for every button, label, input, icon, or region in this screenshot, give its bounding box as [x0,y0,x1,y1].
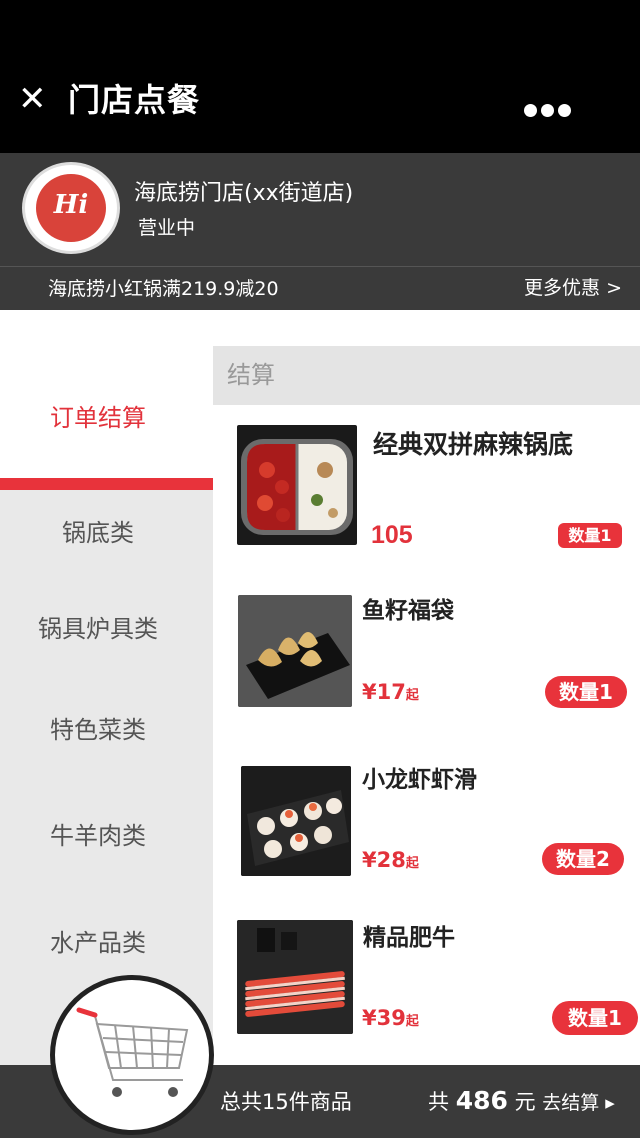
total-prefix: 共 [428,1090,449,1114]
promo-bar: 海底捞小红锅满219.9减20 更多优惠 > [0,266,640,310]
item-price: ¥28起 [362,848,419,872]
store-header: Hi 海底捞门店(xx街道店) 营业中 [0,153,640,266]
hotpot-image [237,425,357,545]
logo-text: Hi [53,190,89,220]
sidebar-item-soup-base[interactable]: 锅底类 [0,517,196,549]
sidebar-item-seafood[interactable]: 水产品类 [0,927,196,959]
quantity-badge[interactable]: 数量1 [552,1001,638,1035]
list-item[interactable]: 鱼籽福袋 ¥17起 数量1 [213,590,640,720]
total-amount[interactable]: 共 486 元 去结算 ▸ [428,1085,615,1119]
section-header: 结算 [213,346,640,405]
item-name: 小龙虾虾滑 [362,767,477,793]
item-name: 精品肥牛 [363,925,455,951]
promo-text: 海底捞小红锅满219.9减20 [48,278,279,300]
close-icon[interactable]: ✕ [18,82,47,116]
category-sidebar: 订单结算 锅底类 锅具炉具类 特色菜类 牛羊肉类 水产品类 [0,310,213,1065]
total-count: 总共15件商品 [220,1090,352,1114]
item-price: ¥39起 [362,1006,419,1030]
top-bar: ✕ 门店点餐 [0,0,640,153]
store-logo: Hi [22,162,120,254]
shopping-cart-icon [76,1007,189,1097]
page-title: 门店点餐 [68,81,201,119]
sidebar-item-label: 订单结算 [50,404,146,432]
sidebar-item-meat[interactable]: 牛羊肉类 [0,820,196,852]
quantity-badge[interactable]: 数量1 [558,523,622,548]
list-item[interactable]: 经典双拼麻辣锅底 105 数量1 [213,420,640,560]
item-price: 105 [371,521,413,549]
more-offers-link[interactable]: 更多优惠 > [524,275,622,301]
store-status: 营业中 [138,217,196,239]
sidebar-item-checkout[interactable]: 订单结算 [0,310,213,478]
quantity-badge[interactable]: 数量2 [542,843,624,875]
cart-button[interactable] [50,975,214,1135]
fish-roe-dumpling-image [238,595,352,707]
total-value: 486 [455,1086,508,1115]
section-title: 结算 [227,361,275,389]
item-name: 经典双拼麻辣锅底 [373,430,574,459]
beef-slices-image [237,920,353,1034]
store-name: 海底捞门店(xx街道店) [134,181,354,206]
item-price: ¥17起 [362,680,419,704]
list-item[interactable]: 小龙虾虾滑 ¥28起 数量2 [213,760,640,890]
item-name: 鱼籽福袋 [362,598,454,624]
sidebar-item-specialty[interactable]: 特色菜类 [0,714,196,746]
list-item[interactable]: 精品肥牛 ¥39起 数量1 [213,915,640,1045]
checkout-button[interactable]: 去结算 ▸ [542,1092,615,1114]
quantity-badge[interactable]: 数量1 [545,676,627,708]
more-icon[interactable] [524,104,572,118]
crayfish-paste-image [241,766,351,876]
active-indicator [0,478,213,490]
sidebar-item-cookware[interactable]: 锅具炉具类 [0,613,196,645]
total-unit: 元 [514,1090,536,1114]
